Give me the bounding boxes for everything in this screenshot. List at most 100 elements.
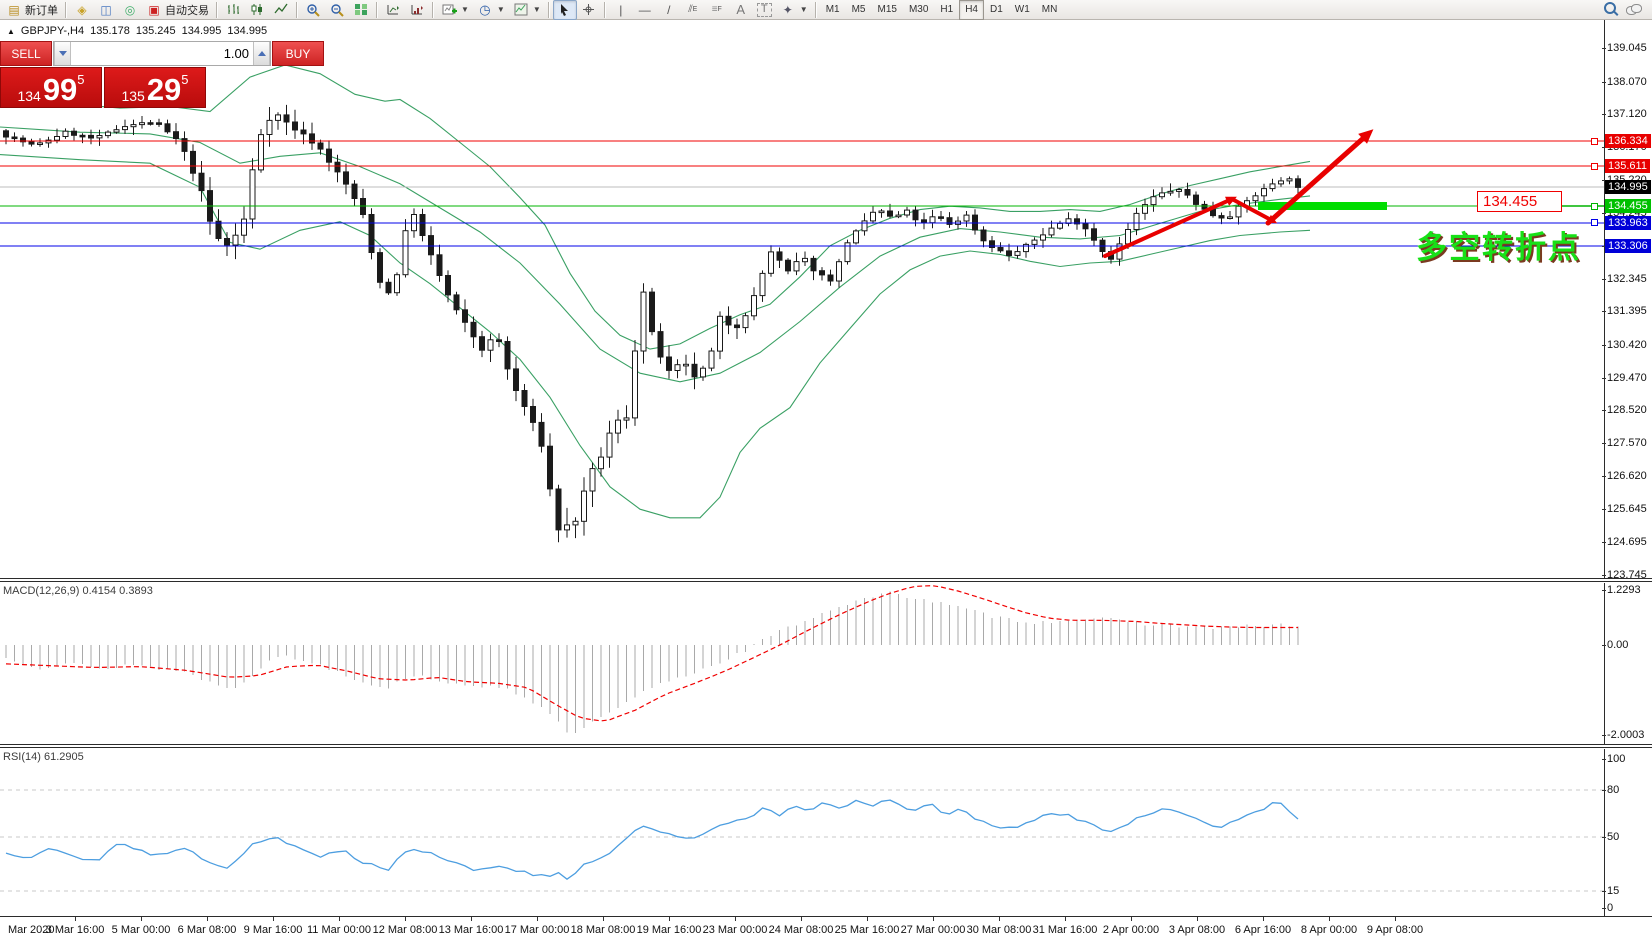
line-handle[interactable] [1591,203,1598,210]
horizontal-line-button[interactable]: — [633,0,657,20]
macd-histogram [6,591,1298,733]
rsi-canvas[interactable] [0,749,1604,916]
trend-arrows[interactable] [1105,129,1373,256]
level-lines-top[interactable] [0,141,1604,246]
line-handle[interactable] [1591,163,1598,170]
macd-canvas[interactable] [0,583,1604,744]
time-axis-label: 19 Mar 16:00 [637,924,702,936]
timeframe-h1-button[interactable]: H1 [934,0,959,20]
signals-button[interactable]: ◎ [118,0,142,20]
chevron-down-icon [59,51,67,56]
autotrading-button[interactable]: ▣ 自动交易 [142,0,213,20]
indicator-windows-button[interactable] [405,0,429,20]
indicators-button[interactable] [381,0,405,20]
ohlc-close: 134.995 [227,25,267,37]
panel-separator[interactable] [0,744,1652,748]
timeframe-w1-button[interactable]: W1 [1009,0,1036,20]
support-zone-bar[interactable] [1258,202,1387,210]
time-axis-label: 2 Apr 00:00 [1103,924,1159,936]
new-order-button[interactable]: ▤ 新订单 [2,0,62,20]
line-chart-button[interactable] [269,0,293,20]
zoom-out-icon [329,2,345,17]
period-button[interactable]: ◷▼ [473,0,509,20]
timeframe-m30-button[interactable]: M30 [903,0,934,20]
line-handle[interactable] [1591,138,1598,145]
time-tick [999,917,1000,921]
indicators-icon [385,2,401,17]
macd-label: MACD(12,26,9) 0.4154 0.3893 [3,585,153,597]
buy-button[interactable]: BUY [272,41,324,66]
rsi-axis[interactable]: 1008050150 [1604,749,1652,916]
volume-decrease-button[interactable] [54,42,71,65]
market-watch-button[interactable]: ◈ [70,0,94,20]
rsi-axis-label: 15 [1607,885,1619,897]
trendline-button[interactable]: / [657,0,681,20]
tile-windows-button[interactable] [349,0,373,20]
dropdown-arrow-icon: ▼ [800,5,808,14]
time-axis[interactable]: Mar 20203 Mar 16:005 Mar 00:006 Mar 08:0… [0,916,1652,947]
zoom-out-button[interactable] [325,0,349,20]
sell-price-button[interactable]: 134995 [0,67,102,108]
bar-chart-button[interactable] [221,0,245,20]
buy-price-prefix: 135 [121,89,144,104]
data-window-button[interactable]: ◫ [94,0,118,20]
time-tick [603,917,604,921]
timeframe-d1-button[interactable]: D1 [984,0,1009,20]
equidistant-channel-button[interactable]: ⫽E [681,0,705,20]
zoom-in-button[interactable] [301,0,325,20]
candlestick-chart-button[interactable] [245,0,269,20]
macd-axis-label: -2.0003 [1607,729,1644,741]
time-axis-label: 3 Apr 08:00 [1169,924,1225,936]
line-handle[interactable] [1591,219,1598,226]
chart-canvas[interactable] [0,20,1604,578]
search-icon[interactable] [1604,2,1616,17]
volume-input[interactable] [71,42,253,65]
data-window-icon: ◫ [98,2,114,17]
new-chart-button[interactable]: ▼ [437,0,473,20]
level-lines [0,141,1604,246]
chart-properties-button[interactable]: ▼ [509,0,545,20]
panel-separator[interactable] [0,578,1652,582]
arrows-button[interactable]: ✦▼ [776,0,812,20]
price-axis[interactable]: 139.045138.070137.120136.170135.220134.2… [1604,20,1652,578]
volume-increase-button[interactable] [253,42,270,65]
fibonacci-button[interactable]: ≡F [705,0,729,20]
volume-stepper [53,41,271,66]
symbol-arrow-icon: ▲ [7,27,15,36]
timeframe-m5-button[interactable]: M5 [846,0,872,20]
price-callout-box[interactable]: 134.455 [1477,191,1562,212]
text-button[interactable]: A [729,0,753,20]
arrows-icon: ✦ [780,2,796,17]
time-tick [933,917,934,921]
buy-price-button[interactable]: 135295 [104,67,206,108]
mt4-window: ▤ 新订单 ◈ ◫ ◎ ▣ 自动交易 [0,0,1652,947]
buy-price-big: 29 [147,76,181,104]
time-tick [867,917,868,921]
text-label-button[interactable]: T [753,0,776,20]
timeframe-m1-button[interactable]: M1 [820,0,846,20]
timeframe-m15-button[interactable]: M15 [872,0,903,20]
time-tick [735,917,736,921]
time-axis-label: 3 Mar 16:00 [46,924,105,936]
time-axis-label: 12 Mar 08:00 [373,924,438,936]
time-axis-label: 11 Mar 00:00 [307,924,371,936]
chat-icon[interactable] [1626,4,1642,16]
price-level-label: 134.455 [1605,199,1651,213]
crosshair-button[interactable] [577,0,601,20]
turning-point-annotation[interactable]: 多空转折点 [1416,222,1581,267]
cursor-button[interactable] [553,0,577,20]
sell-button[interactable]: SELL [0,41,52,66]
candlestick-chart-icon [249,2,265,17]
timeframe-h4-button[interactable]: H4 [959,0,984,20]
cursor-icon [557,2,573,17]
price-level-label: 135.611 [1605,159,1650,173]
rsi-axis-label: 50 [1607,831,1619,843]
price-tick-label: 125.645 [1607,503,1647,515]
time-tick [1197,917,1198,921]
time-axis-label: 13 Mar 16:00 [439,924,504,936]
one-click-trading-panel: SELL BUY 134995 135295 [0,41,206,108]
vertical-line-button[interactable]: | [609,0,633,20]
price-tick-label: 127.570 [1607,437,1647,449]
macd-axis[interactable]: 1.22930.00-2.0003 [1604,583,1652,744]
timeframe-mn-button[interactable]: MN [1036,0,1064,20]
